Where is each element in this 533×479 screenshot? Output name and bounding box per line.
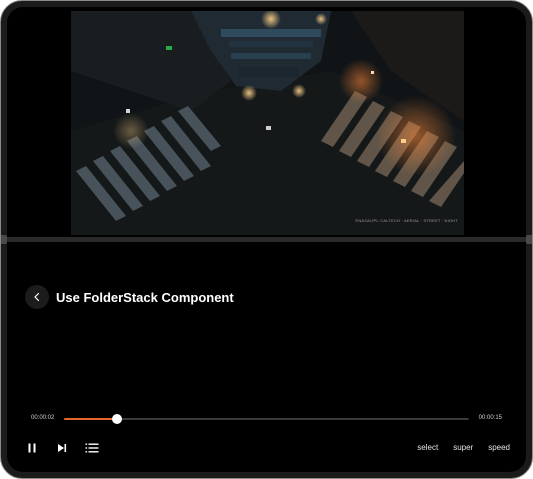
hinge-notch-right: [526, 235, 532, 244]
chevron-left-icon: [34, 292, 40, 302]
fold-hinge: [1, 237, 532, 242]
playlist-button[interactable]: [85, 441, 99, 455]
video-frame[interactable]: ©NASA/JPL·CALTECH · AERIAL · STREET · NI…: [71, 11, 464, 235]
hinge-notch-left: [1, 235, 7, 244]
pause-button[interactable]: [25, 441, 39, 455]
next-icon: [58, 444, 67, 452]
playback-controls: [25, 441, 99, 455]
title-bar: Use FolderStack Component: [25, 285, 234, 309]
pause-icon: [28, 443, 36, 453]
option-controls: select super speed: [417, 443, 510, 452]
progress-thumb[interactable]: [111, 414, 122, 424]
progress-track[interactable]: [64, 414, 469, 424]
video-scene: [71, 11, 464, 235]
foldable-device-frame: ©NASA/JPL·CALTECH · AERIAL · STREET · NI…: [0, 0, 533, 479]
progress-fill: [64, 418, 117, 420]
super-button[interactable]: super: [453, 443, 473, 452]
back-button[interactable]: [25, 285, 49, 309]
list-icon: [85, 443, 99, 453]
next-button[interactable]: [55, 441, 69, 455]
page-title: Use FolderStack Component: [56, 289, 234, 305]
current-time: 00:00:02: [31, 415, 55, 421]
total-time: 00:00:15: [478, 415, 502, 421]
speed-button[interactable]: speed: [488, 443, 510, 452]
select-button[interactable]: select: [417, 443, 438, 452]
video-watermark: ©NASA/JPL·CALTECH · AERIAL · STREET · NI…: [355, 218, 458, 223]
